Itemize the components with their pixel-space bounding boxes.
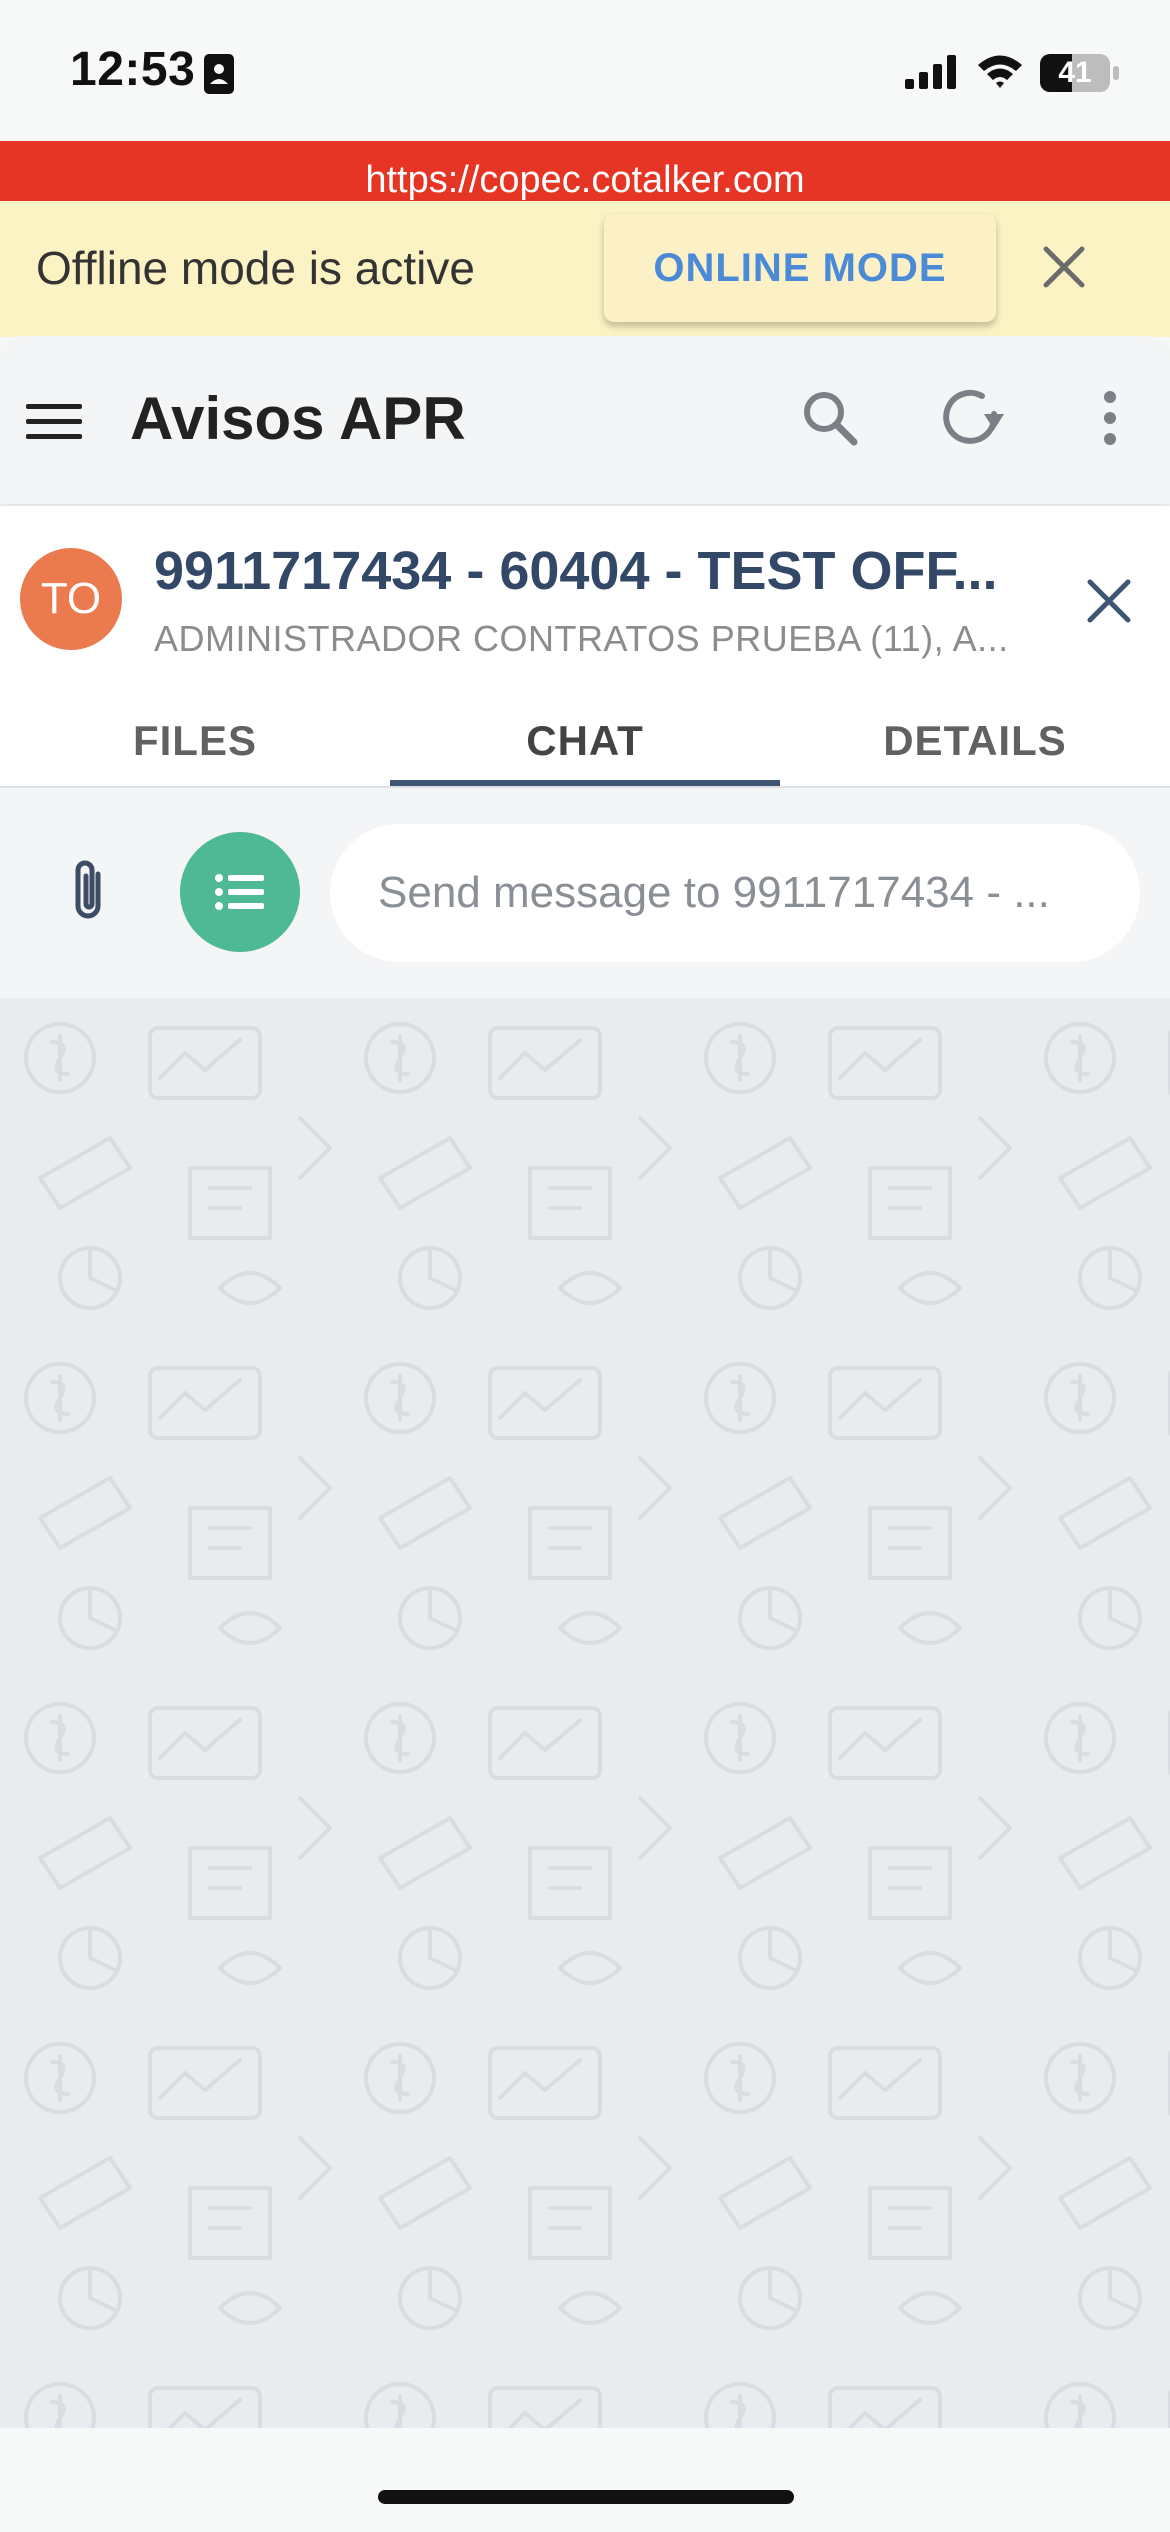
status-bar: 12:53 41 bbox=[0, 0, 1170, 141]
attachment-icon[interactable] bbox=[68, 856, 110, 929]
offline-message: Offline mode is active bbox=[36, 242, 475, 294]
avatar[interactable]: TO bbox=[20, 548, 122, 650]
refresh-icon[interactable] bbox=[938, 386, 1008, 453]
home-indicator[interactable] bbox=[378, 2490, 794, 2504]
more-vertical-icon[interactable] bbox=[1090, 388, 1130, 453]
close-icon[interactable] bbox=[1042, 245, 1086, 294]
online-mode-button[interactable]: ONLINE MODE bbox=[604, 214, 996, 322]
tab-details[interactable]: DETAILS bbox=[780, 708, 1170, 786]
status-time: 12:53 bbox=[70, 43, 196, 96]
wifi-icon bbox=[976, 52, 1024, 95]
list-icon bbox=[215, 874, 264, 910]
bottom-safe-area bbox=[0, 2428, 1170, 2532]
conversation-participants[interactable]: ADMINISTRADOR CONTRATOS PRUEBA (11), A..… bbox=[154, 618, 1014, 660]
chat-background-pattern bbox=[0, 998, 1170, 2428]
battery-level: 41 bbox=[1058, 56, 1092, 89]
tab-files[interactable]: FILES bbox=[0, 708, 390, 786]
menu-icon[interactable] bbox=[26, 402, 82, 447]
cellular-signal-icon bbox=[905, 55, 957, 94]
search-icon[interactable] bbox=[800, 388, 860, 453]
conversation-title[interactable]: 9911717434 - 60404 - TEST OFF... bbox=[154, 540, 1014, 602]
url-bar: https://copec.cotalker.com bbox=[0, 141, 1170, 201]
page-title: Avisos APR bbox=[130, 385, 466, 452]
message-input[interactable] bbox=[330, 824, 1140, 962]
tab-chat[interactable]: CHAT bbox=[390, 708, 780, 786]
id-card-icon bbox=[204, 54, 234, 99]
message-templates-button[interactable] bbox=[180, 832, 300, 952]
chat-messages-area[interactable] bbox=[0, 998, 1170, 2428]
close-conversation-icon[interactable] bbox=[1086, 578, 1132, 629]
